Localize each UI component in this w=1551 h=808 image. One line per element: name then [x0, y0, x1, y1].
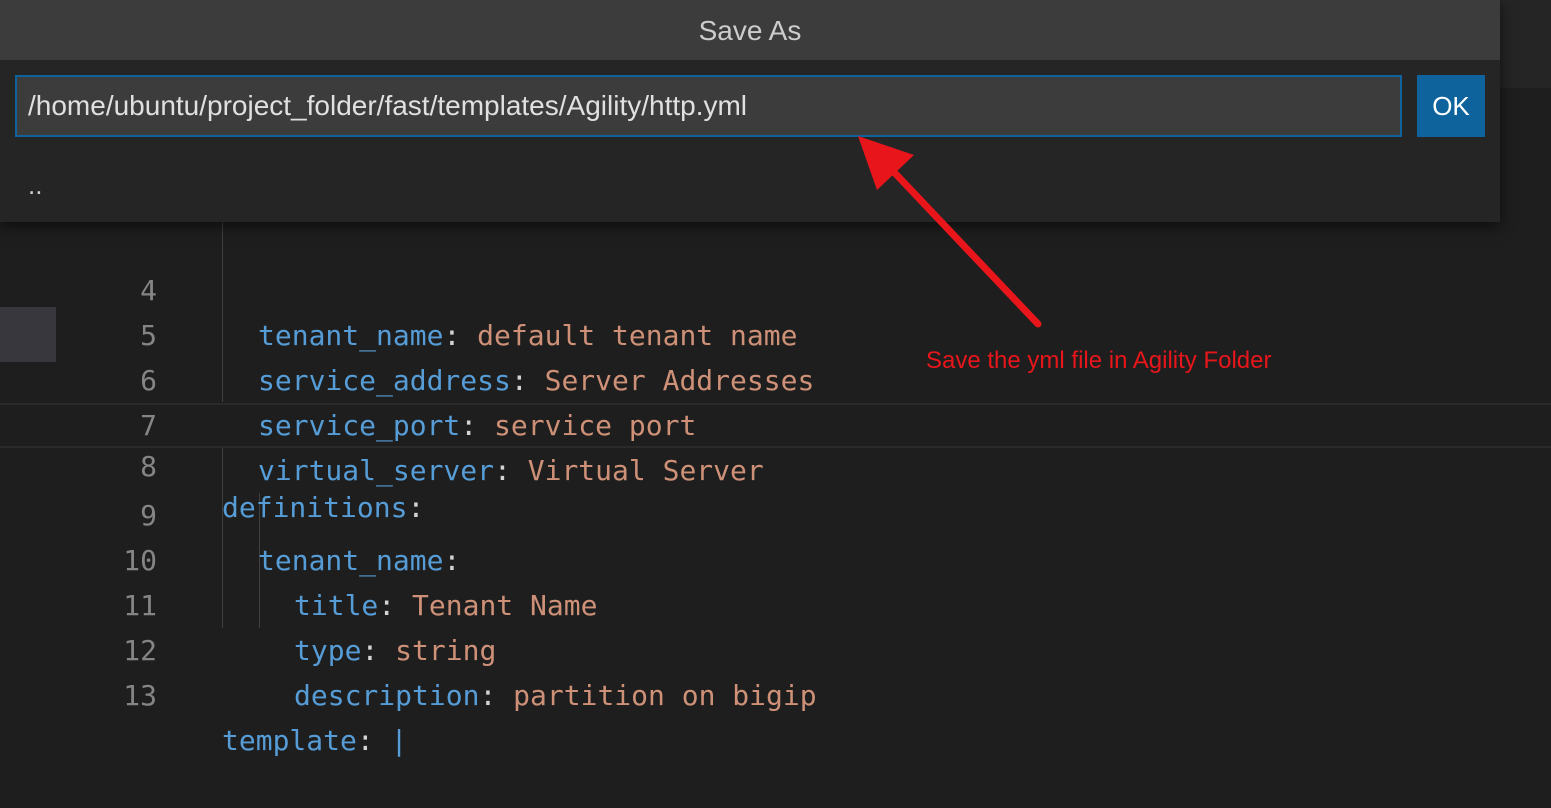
code-line[interactable]: 6 service_port: service port — [0, 313, 1551, 442]
line-number: 13 — [123, 679, 157, 712]
code-line[interactable]: 13 template: | — [0, 628, 1551, 757]
code-line[interactable]: 9 tenant_name: — [0, 448, 1551, 577]
code-line[interactable]: 10 title: Tenant Name — [0, 493, 1551, 622]
yaml-separator: : — [356, 724, 391, 757]
code-line[interactable]: 7 virtual_server: Virtual Server — [0, 358, 1551, 487]
yaml-block-indicator: | — [390, 724, 408, 757]
code-line[interactable]: 4 tenant_name: default tenant name — [0, 223, 1551, 352]
dialog-title: Save As — [0, 0, 1500, 60]
code-line[interactable]: 11 type: string — [0, 538, 1551, 667]
code-line[interactable]: 12 description: partition on bigip — [0, 583, 1551, 712]
yaml-value: partition on bigip — [513, 679, 817, 712]
code-line-current[interactable]: 8 definitions: — [0, 403, 1551, 524]
yaml-key: template — [222, 724, 357, 757]
code-line[interactable]: 5 service_address: Server Addresses — [0, 268, 1551, 397]
save-as-dialog: Save As OK .. — [0, 0, 1500, 222]
parent-directory-item[interactable]: .. — [28, 170, 42, 200]
annotation-text: Save the yml file in Agility Folder — [926, 347, 1272, 374]
yaml-separator: : — [479, 679, 514, 712]
ok-button[interactable]: OK — [1417, 75, 1485, 137]
save-path-input[interactable] — [15, 75, 1402, 137]
yaml-key: description — [294, 679, 480, 712]
